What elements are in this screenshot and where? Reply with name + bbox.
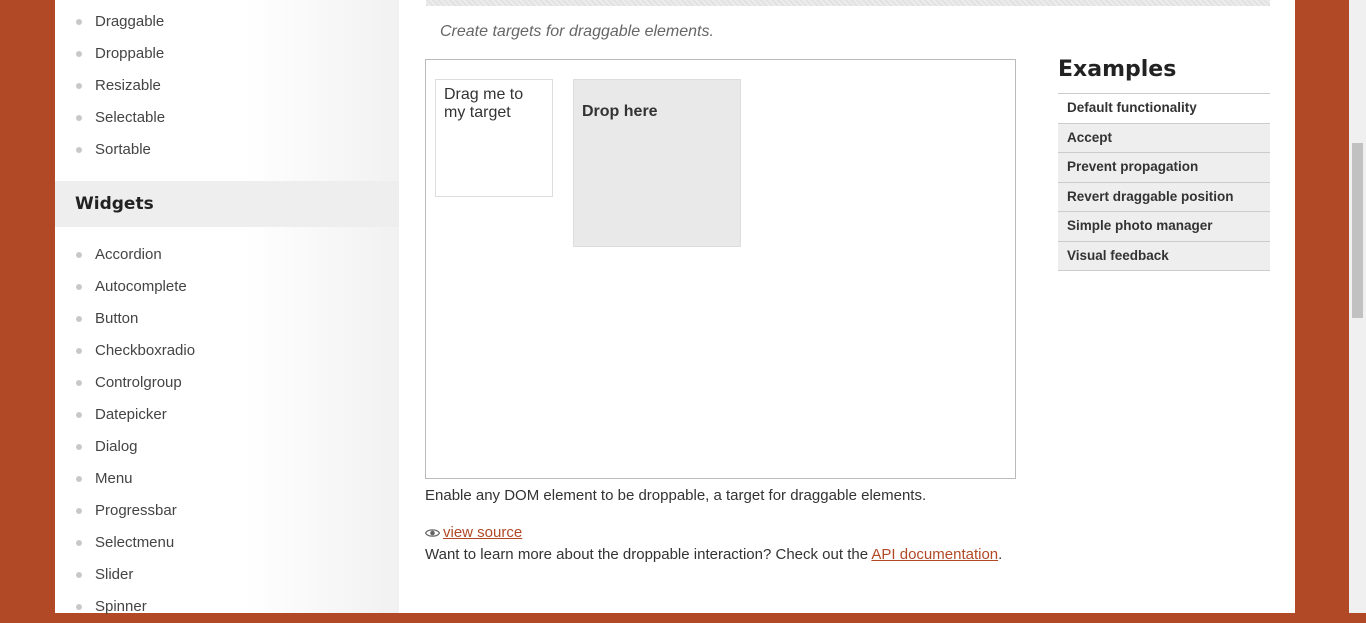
bullet-icon [76, 316, 82, 322]
bullet-icon [76, 252, 82, 258]
example-default-functionality[interactable]: Default functionality [1058, 94, 1270, 124]
draggable-box[interactable]: Drag me to my target [435, 79, 553, 197]
droppable-target[interactable]: Drop here [573, 79, 741, 247]
sidebar: Draggable Droppable Resizable Selectable… [55, 0, 399, 615]
bullet-icon [76, 444, 82, 450]
view-source-label: view source [443, 524, 523, 541]
bullet-icon [76, 147, 82, 153]
examples-heading: Examples [1058, 57, 1177, 82]
example-visual-feedback[interactable]: Visual feedback [1058, 241, 1270, 271]
draggable-label: Drag me to my target [444, 86, 524, 121]
bullet-icon [76, 508, 82, 514]
scrollbar-thumb[interactable] [1352, 143, 1363, 318]
bullet-icon [76, 572, 82, 578]
bullet-icon [76, 19, 82, 25]
description-text: Enable any DOM element to be droppable, … [425, 487, 927, 504]
bullet-icon [76, 380, 82, 386]
learn-more-suffix: . [998, 546, 1003, 563]
content-header-strip [426, 0, 1270, 6]
learn-more-prefix: Want to learn more about the droppable i… [425, 546, 872, 563]
page-subtitle: Create targets for draggable elements. [440, 23, 714, 40]
learn-more-text: Want to learn more about the droppable i… [425, 546, 1002, 563]
droppable-label: Drop here [582, 103, 658, 120]
bullet-icon [76, 51, 82, 57]
bullet-icon [76, 540, 82, 546]
example-revert-draggable-position[interactable]: Revert draggable position [1058, 182, 1270, 212]
eye-icon [424, 529, 441, 537]
bullet-icon [76, 604, 82, 610]
bullet-icon [76, 284, 82, 290]
bullet-icon [76, 348, 82, 354]
page-scrollbar[interactable] [1349, 0, 1366, 613]
example-prevent-propagation[interactable]: Prevent propagation [1058, 153, 1270, 183]
widgets-heading-label: Widgets [75, 194, 154, 214]
examples-list: Default functionality Accept Prevent pro… [1058, 93, 1270, 271]
example-accept[interactable]: Accept [1058, 123, 1270, 153]
bullet-icon [76, 83, 82, 89]
page-content: Draggable Droppable Resizable Selectable… [55, 0, 1295, 615]
view-source-link[interactable]: view source [424, 524, 523, 541]
bullet-icon [76, 476, 82, 482]
bullet-icon [76, 412, 82, 418]
demo-frame: Drag me to my target Drop here [425, 59, 1016, 479]
bullet-icon [76, 115, 82, 121]
example-simple-photo-manager[interactable]: Simple photo manager [1058, 212, 1270, 242]
api-documentation-link[interactable]: API documentation [871, 546, 998, 563]
widgets-heading: Widgets [55, 181, 399, 227]
